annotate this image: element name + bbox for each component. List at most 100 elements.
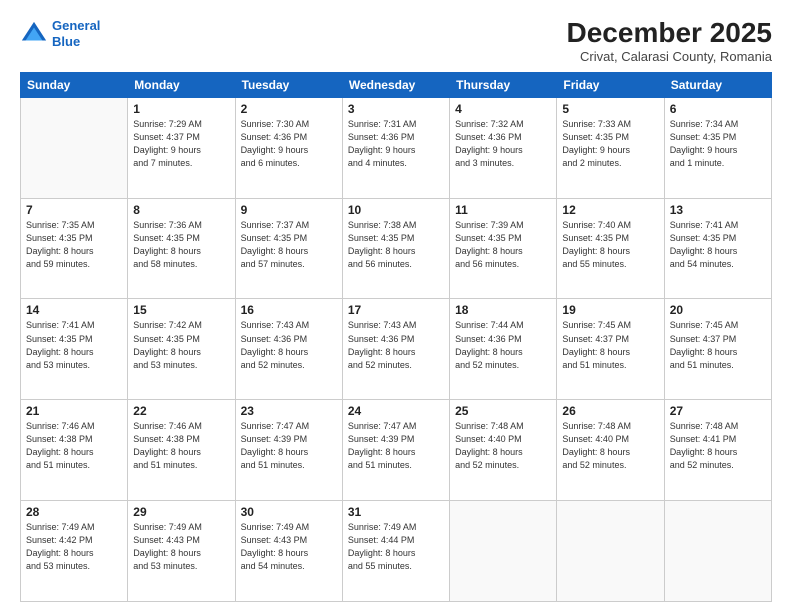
day-info: Sunrise: 7:46 AMSunset: 4:38 PMDaylight:…: [133, 420, 229, 472]
day-info: Sunrise: 7:31 AMSunset: 4:36 PMDaylight:…: [348, 118, 444, 170]
day-info: Sunrise: 7:32 AMSunset: 4:36 PMDaylight:…: [455, 118, 551, 170]
day-info: Sunrise: 7:29 AMSunset: 4:37 PMDaylight:…: [133, 118, 229, 170]
calendar-cell: 21Sunrise: 7:46 AMSunset: 4:38 PMDayligh…: [21, 400, 128, 501]
calendar-cell: 27 Sunrise: 7:48 AMSunset: 4:41 PMDayligh…: [664, 400, 771, 501]
logo: General Blue: [20, 18, 100, 49]
calendar-header-row: SundayMondayTuesdayWednesdayThursdayFrid…: [21, 72, 772, 97]
day-info: Sunrise: 7:49 AMSunset: 4:44 PMDaylight:…: [348, 521, 444, 573]
day-number: 4: [455, 102, 551, 116]
main-title: December 2025: [567, 18, 772, 49]
day-number: 3: [348, 102, 444, 116]
day-info: Sunrise: 7:39 AMSunset: 4:35 PMDaylight:…: [455, 219, 551, 271]
calendar-week-row: 21 Sunrise: 7:46 AMSunset: 4:38 PMDayligh…: [21, 400, 772, 501]
calendar-cell: [664, 501, 771, 602]
day-number: 16: [241, 303, 337, 317]
calendar-cell: [450, 501, 557, 602]
day-info: Sunrise: 7:49 AMSunset: 4:43 PMDaylight:…: [241, 521, 337, 573]
day-number: 22: [133, 404, 229, 418]
day-info: Sunrise: 7:42 AMSunset: 4:35 PMDaylight:…: [133, 319, 229, 371]
logo-icon: [20, 20, 48, 48]
calendar-cell: 3 Sunrise: 7:31 AMSunset: 4:36 PMDaylight…: [342, 97, 449, 198]
day-number: 7: [26, 203, 122, 217]
day-number: 30: [241, 505, 337, 519]
weekday-header: Saturday: [664, 72, 771, 97]
calendar-cell: 26 Sunrise: 7:48 AMSunset: 4:40 PMDayligh…: [557, 400, 664, 501]
day-number: 12: [562, 203, 658, 217]
weekday-header: Friday: [557, 72, 664, 97]
calendar-cell: [21, 97, 128, 198]
day-info: Sunrise: 7:36 AMSunset: 4:35 PMDaylight:…: [133, 219, 229, 271]
day-info: Sunrise: 7:33 AMSunset: 4:35 PMDaylight:…: [562, 118, 658, 170]
day-info: Sunrise: 7:48 AMSunset: 4:40 PMDaylight:…: [562, 420, 658, 472]
calendar-cell: 22 Sunrise: 7:46 AMSunset: 4:38 PMDayligh…: [128, 400, 235, 501]
calendar-cell: 20 Sunrise: 7:45 AMSunset: 4:37 PMDayligh…: [664, 299, 771, 400]
logo-line1: General: [52, 18, 100, 33]
day-info: Sunrise: 7:45 AMSunset: 4:37 PMDaylight:…: [670, 319, 766, 371]
calendar-cell: 24 Sunrise: 7:47 AMSunset: 4:39 PMDayligh…: [342, 400, 449, 501]
day-number: 2: [241, 102, 337, 116]
calendar-cell: 10Sunrise: 7:38 AMSunset: 4:35 PMDayligh…: [342, 198, 449, 299]
day-number: 17: [348, 303, 444, 317]
day-info: Sunrise: 7:34 AMSunset: 4:35 PMDaylight:…: [670, 118, 766, 170]
day-info: Sunrise: 7:38 AMSunset: 4:35 PMDaylight:…: [348, 219, 444, 271]
calendar-week-row: 7 Sunrise: 7:35 AMSunset: 4:35 PMDaylight…: [21, 198, 772, 299]
calendar-cell: 6 Sunrise: 7:34 AMSunset: 4:35 PMDaylight…: [664, 97, 771, 198]
calendar-cell: 12 Sunrise: 7:40 AMSunset: 4:35 PMDayligh…: [557, 198, 664, 299]
day-number: 14: [26, 303, 122, 317]
day-number: 27: [670, 404, 766, 418]
title-block: December 2025 Crivat, Calarasi County, R…: [567, 18, 772, 64]
day-info: Sunrise: 7:41 AMSunset: 4:35 PMDaylight:…: [670, 219, 766, 271]
day-info: Sunrise: 7:48 AMSunset: 4:40 PMDaylight:…: [455, 420, 551, 472]
day-number: 29: [133, 505, 229, 519]
calendar-cell: 17Sunrise: 7:43 AMSunset: 4:36 PMDayligh…: [342, 299, 449, 400]
day-number: 19: [562, 303, 658, 317]
calendar-cell: 4 Sunrise: 7:32 AMSunset: 4:36 PMDaylight…: [450, 97, 557, 198]
day-number: 20: [670, 303, 766, 317]
logo-text: General Blue: [52, 18, 100, 49]
calendar-week-row: 14 Sunrise: 7:41 AMSunset: 4:35 PMDayligh…: [21, 299, 772, 400]
calendar-cell: 19Sunrise: 7:45 AMSunset: 4:37 PMDayligh…: [557, 299, 664, 400]
calendar-week-row: 1Sunrise: 7:29 AMSunset: 4:37 PMDaylight…: [21, 97, 772, 198]
day-info: Sunrise: 7:47 AMSunset: 4:39 PMDaylight:…: [348, 420, 444, 472]
day-number: 23: [241, 404, 337, 418]
calendar-cell: 8 Sunrise: 7:36 AMSunset: 4:35 PMDaylight…: [128, 198, 235, 299]
calendar-cell: 28 Sunrise: 7:49 AMSunset: 4:42 PMDayligh…: [21, 501, 128, 602]
day-number: 5: [562, 102, 658, 116]
day-number: 6: [670, 102, 766, 116]
day-info: Sunrise: 7:48 AMSunset: 4:41 PMDaylight:…: [670, 420, 766, 472]
day-number: 24: [348, 404, 444, 418]
calendar-table: SundayMondayTuesdayWednesdayThursdayFrid…: [20, 72, 772, 602]
weekday-header: Wednesday: [342, 72, 449, 97]
calendar-cell: 15 Sunrise: 7:42 AMSunset: 4:35 PMDayligh…: [128, 299, 235, 400]
calendar-cell: 14 Sunrise: 7:41 AMSunset: 4:35 PMDayligh…: [21, 299, 128, 400]
day-info: Sunrise: 7:40 AMSunset: 4:35 PMDaylight:…: [562, 219, 658, 271]
day-number: 21: [26, 404, 122, 418]
day-number: 28: [26, 505, 122, 519]
calendar-cell: [557, 501, 664, 602]
page: General Blue December 2025 Crivat, Calar…: [0, 0, 792, 612]
day-number: 25: [455, 404, 551, 418]
weekday-header: Tuesday: [235, 72, 342, 97]
calendar-cell: 31 Sunrise: 7:49 AMSunset: 4:44 PMDayligh…: [342, 501, 449, 602]
day-info: Sunrise: 7:44 AMSunset: 4:36 PMDaylight:…: [455, 319, 551, 371]
day-info: Sunrise: 7:35 AMSunset: 4:35 PMDaylight:…: [26, 219, 122, 271]
day-number: 11: [455, 203, 551, 217]
day-number: 15: [133, 303, 229, 317]
calendar-cell: 30 Sunrise: 7:49 AMSunset: 4:43 PMDayligh…: [235, 501, 342, 602]
calendar-cell: 16 Sunrise: 7:43 AMSunset: 4:36 PMDayligh…: [235, 299, 342, 400]
calendar-cell: 1Sunrise: 7:29 AMSunset: 4:37 PMDaylight…: [128, 97, 235, 198]
header: General Blue December 2025 Crivat, Calar…: [20, 18, 772, 64]
day-number: 8: [133, 203, 229, 217]
day-info: Sunrise: 7:49 AMSunset: 4:42 PMDaylight:…: [26, 521, 122, 573]
calendar-cell: 13Sunrise: 7:41 AMSunset: 4:35 PMDayligh…: [664, 198, 771, 299]
day-number: 31: [348, 505, 444, 519]
day-info: Sunrise: 7:43 AMSunset: 4:36 PMDaylight:…: [241, 319, 337, 371]
day-number: 26: [562, 404, 658, 418]
day-info: Sunrise: 7:41 AMSunset: 4:35 PMDaylight:…: [26, 319, 122, 371]
calendar-cell: 25 Sunrise: 7:48 AMSunset: 4:40 PMDayligh…: [450, 400, 557, 501]
day-info: Sunrise: 7:37 AMSunset: 4:35 PMDaylight:…: [241, 219, 337, 271]
weekday-header: Sunday: [21, 72, 128, 97]
calendar-cell: 9Sunrise: 7:37 AMSunset: 4:35 PMDaylight…: [235, 198, 342, 299]
day-number: 18: [455, 303, 551, 317]
day-info: Sunrise: 7:30 AMSunset: 4:36 PMDaylight:…: [241, 118, 337, 170]
